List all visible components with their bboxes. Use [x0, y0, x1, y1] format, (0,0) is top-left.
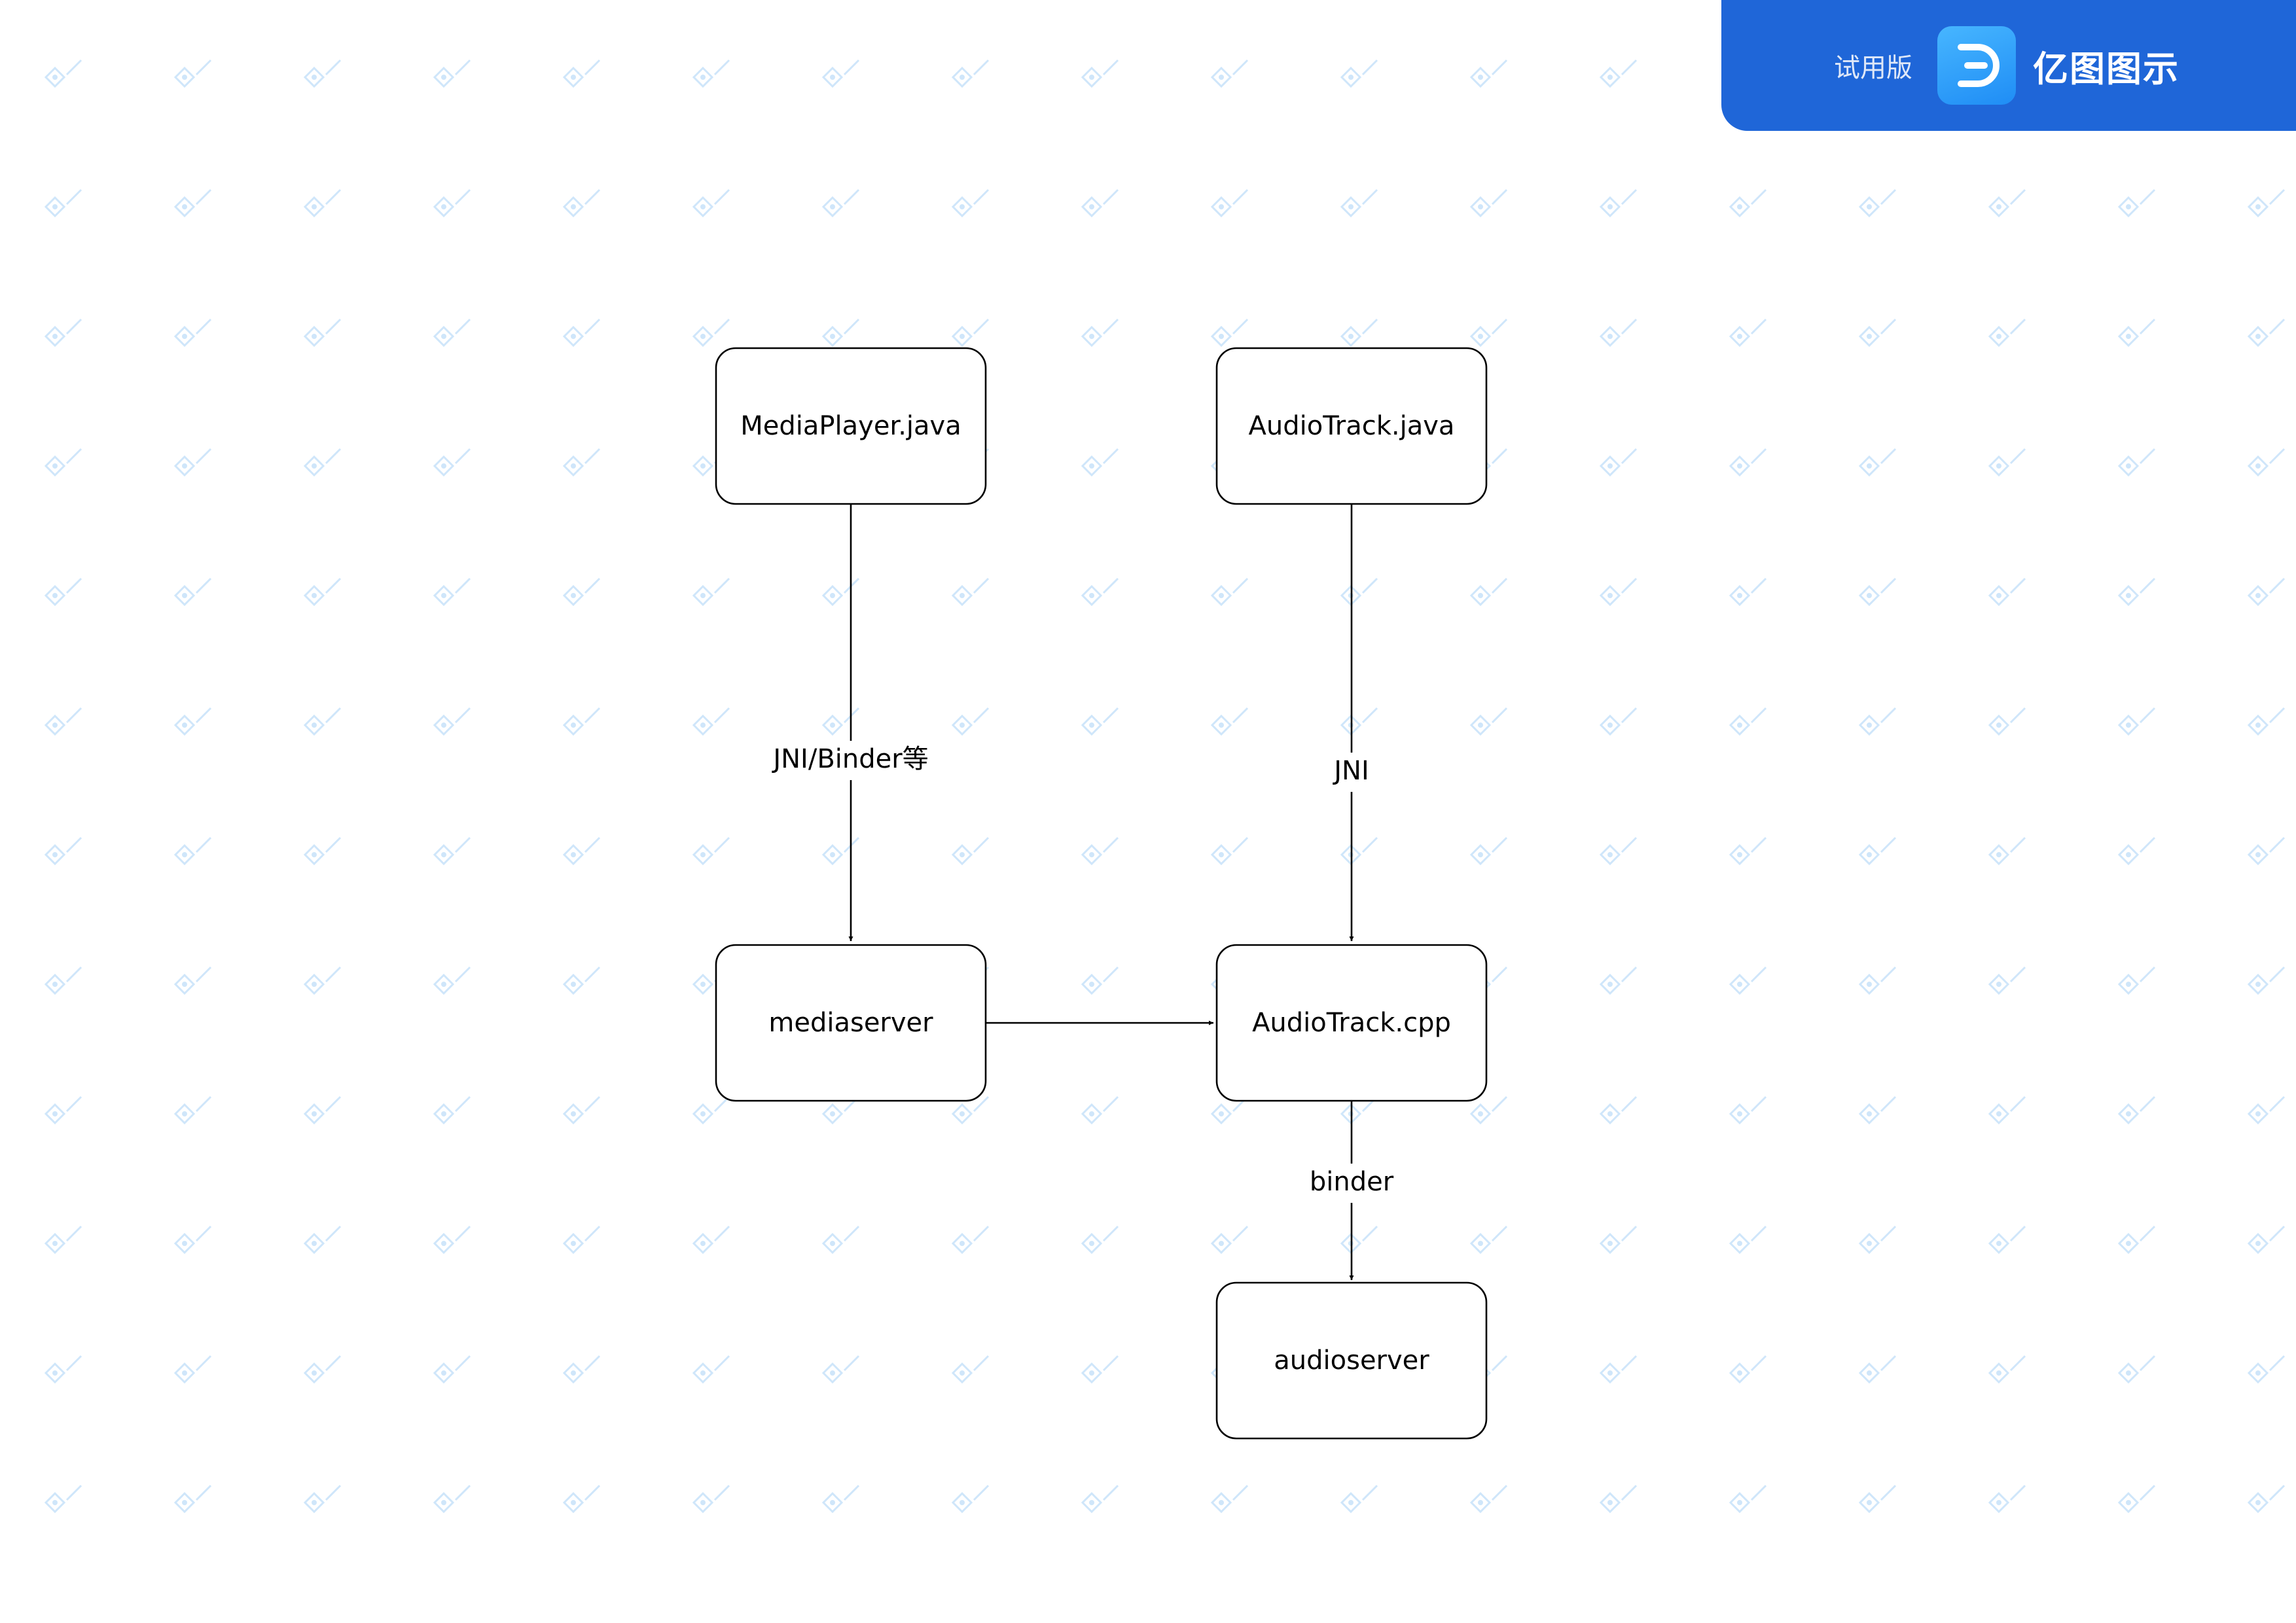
diagram-canvas: JNI/Binder等 JNI binder MediaPlayer.java …: [0, 0, 2296, 1623]
edge-audiotrackjava-to-audiotrackcpp[interactable]: JNI: [1319, 504, 1384, 941]
node-label: mediaserver: [768, 1008, 933, 1038]
node-label: audioserver: [1274, 1346, 1429, 1376]
edge-label-binder: binder: [1310, 1167, 1394, 1197]
trial-banner[interactable]: 试用版 亿图图示: [1721, 0, 2296, 131]
node-label: AudioTrack.cpp: [1252, 1008, 1451, 1038]
node-mediaplayer-java[interactable]: MediaPlayer.java: [715, 347, 987, 505]
node-mediaserver[interactable]: mediaserver: [715, 944, 987, 1102]
edge-mediaplayer-to-mediaserver[interactable]: JNI/Binder等: [766, 504, 936, 941]
trial-label: 试用版: [1834, 53, 1912, 83]
edraw-logo-icon: [1937, 26, 2016, 105]
node-audiotrack-java[interactable]: AudioTrack.java: [1215, 347, 1488, 505]
flow-diagram: JNI/Binder等 JNI binder MediaPlayer.java …: [715, 347, 1488, 1440]
edge-audiotrackcpp-to-audioserver[interactable]: binder: [1302, 1101, 1401, 1280]
edge-label-jni-binder: JNI/Binder等: [771, 744, 928, 774]
node-audioserver[interactable]: audioserver: [1215, 1281, 1488, 1440]
edge-label-jni: JNI: [1332, 756, 1369, 786]
node-label: MediaPlayer.java: [740, 411, 961, 441]
node-label: AudioTrack.java: [1249, 411, 1455, 441]
node-audiotrack-cpp[interactable]: AudioTrack.cpp: [1215, 944, 1488, 1102]
brand-name: 亿图图示: [2033, 48, 2179, 90]
